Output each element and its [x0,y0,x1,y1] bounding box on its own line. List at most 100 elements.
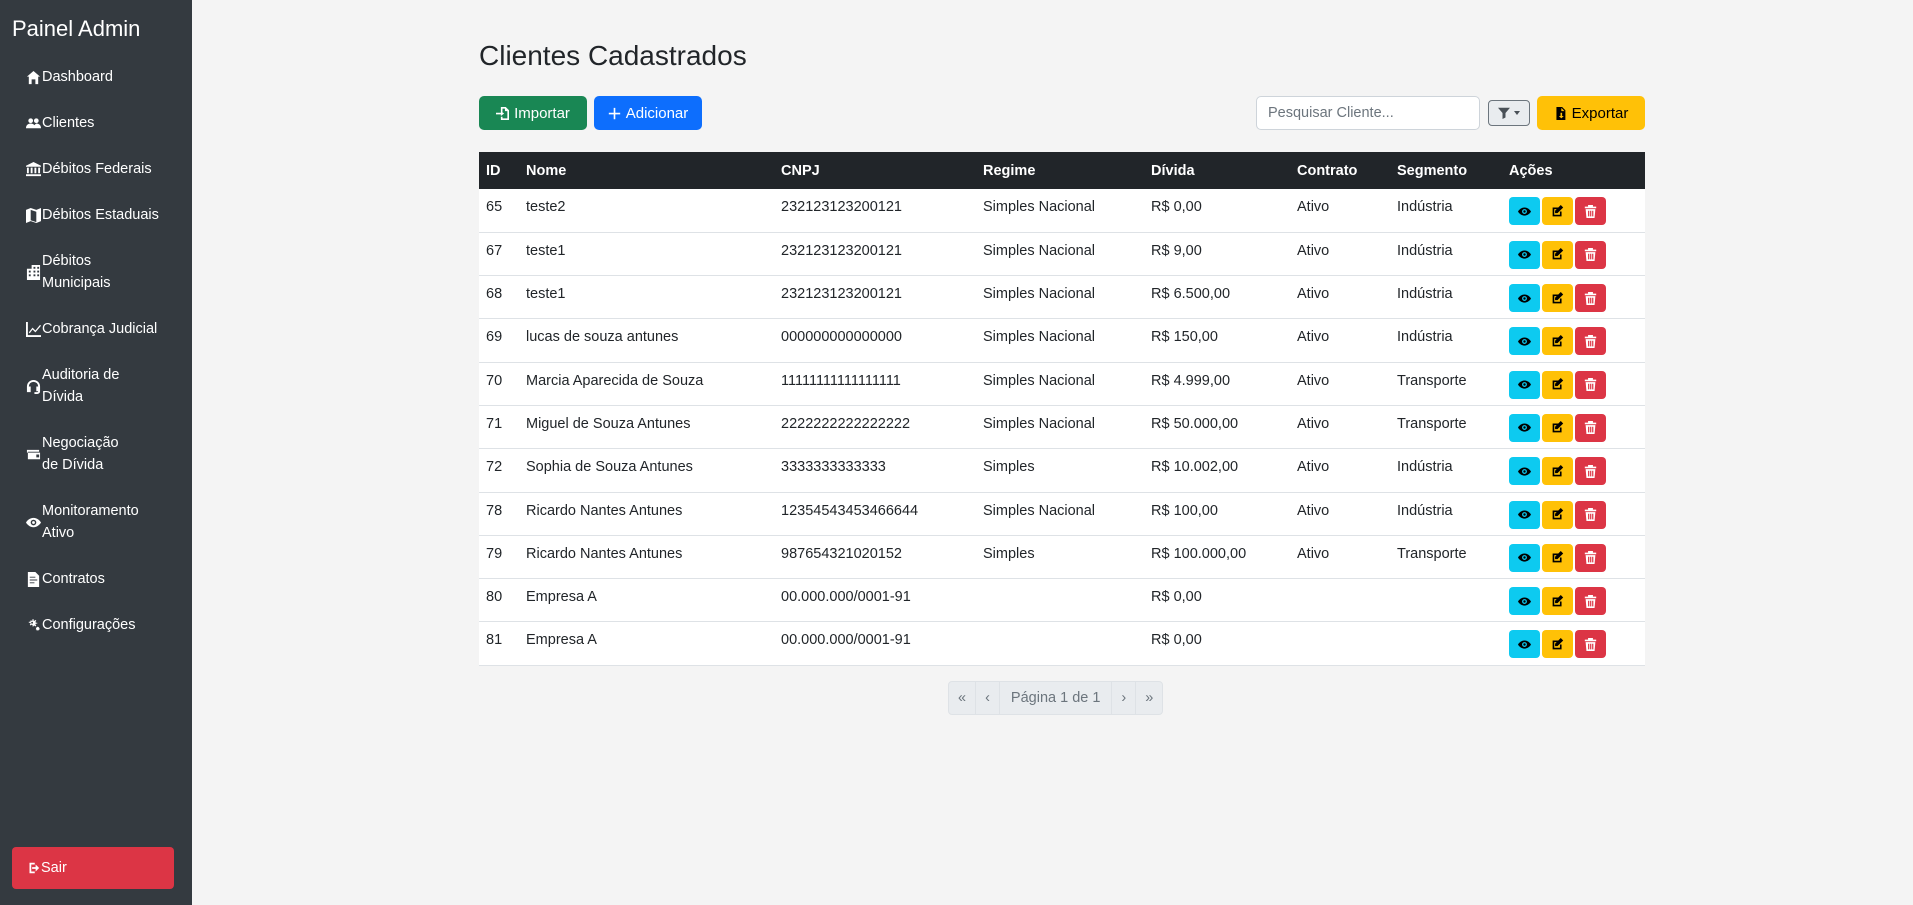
eye-icon [1518,508,1531,521]
cell-divida: R$ 4.999,00 [1144,362,1290,406]
cell-regime: Simples Nacional [976,318,1144,363]
delete-button[interactable] [1575,327,1606,356]
edit-button[interactable] [1542,240,1573,269]
sidebar-item-label: Negociação de Dívida [42,435,119,473]
cell-divida: R$ 0,00 [1144,189,1290,233]
sidebar-item-debitos-municipais[interactable]: Débitos Municipais [0,238,192,306]
edit-button[interactable] [1542,500,1573,529]
view-button[interactable] [1509,500,1540,529]
cell-id: 80 [479,578,519,623]
view-button[interactable] [1509,327,1540,356]
edit-icon [1551,551,1564,564]
table-row: 70 Marcia Aparecida de Souza 1111111111111… [479,362,1645,406]
column-header-nome: Nome [519,152,774,189]
delete-button[interactable] [1575,630,1606,659]
cell-regime: Simples Nacional [976,189,1144,233]
sidebar-item-auditoria-de-divida[interactable]: Auditoria de Dívida [0,352,192,420]
view-button[interactable] [1509,457,1540,486]
sidebar-item-clientes[interactable]: Clientes [0,100,192,146]
view-button[interactable] [1509,543,1540,572]
cell-nome: teste2 [519,189,774,233]
view-button[interactable] [1509,197,1540,225]
edit-button[interactable] [1542,457,1573,486]
pagination-last-button[interactable]: » [1136,682,1162,714]
sidebar-item-monitoramento-ativo[interactable]: Monitoramento Ativo [0,488,192,556]
view-button[interactable] [1509,413,1540,442]
sidebar-item-configuracoes[interactable]: Configurações [0,602,192,648]
edit-button[interactable] [1542,587,1573,616]
edit-button[interactable] [1542,197,1573,225]
delete-button[interactable] [1575,284,1606,313]
filter-dropdown-button[interactable] [1488,100,1530,126]
edit-button[interactable] [1542,327,1573,356]
logout-button[interactable]: Sair [12,847,174,889]
delete-button[interactable] [1575,413,1606,442]
edit-button[interactable] [1542,543,1573,572]
column-header-acoes: Ações [1502,152,1645,189]
edit-button[interactable] [1542,630,1573,659]
cell-cnpj: 000000000000000 [774,318,976,363]
cell-regime: Simples Nacional [976,362,1144,406]
edit-button[interactable] [1542,284,1573,313]
delete-button[interactable] [1575,500,1606,529]
view-button[interactable] [1509,630,1540,659]
trash-icon [1584,594,1597,608]
pagination-first-button[interactable]: « [949,682,977,714]
delete-button[interactable] [1575,457,1606,486]
cell-divida: R$ 10.002,00 [1144,448,1290,493]
cell-acoes [1502,405,1645,450]
cell-cnpj: 232123123200121 [774,275,976,320]
delete-button[interactable] [1575,543,1606,572]
cell-contrato: Ativo [1290,232,1390,277]
cell-acoes [1502,362,1645,406]
page-title: Clientes Cadastrados [479,40,747,71]
cell-segmento: Indústria [1390,448,1502,493]
view-button[interactable] [1509,240,1540,269]
view-button[interactable] [1509,284,1540,313]
view-button[interactable] [1509,370,1540,399]
edit-button[interactable] [1542,370,1573,399]
edit-icon [1551,291,1564,305]
cell-regime [976,578,1144,623]
cell-contrato: Ativo [1290,405,1390,450]
sidebar-item-dashboard[interactable]: Dashboard [0,54,192,100]
sidebar-item-debitos-federais[interactable]: Débitos Federais [0,146,192,192]
column-header-id: ID [479,152,519,189]
table-row: 79 Ricardo Nantes Antunes 987654321020152 S… [479,535,1645,580]
cell-divida: R$ 9,00 [1144,232,1290,277]
table-row: 71 Miguel de Souza Antunes 222222222222222… [479,405,1645,450]
sidebar-item-negociacao-de-divida[interactable]: Negociação de Dívida [0,420,192,488]
sidebar-item-contratos[interactable]: Contratos [0,556,192,602]
sidebar-item-cobranca-judicial[interactable]: Cobrança Judicial [0,306,192,352]
cell-cnpj: 987654321020152 [774,535,976,580]
delete-button[interactable] [1575,370,1606,399]
search-input[interactable] [1256,96,1480,130]
cell-nome: teste1 [519,232,774,277]
sidebar-item-debitos-estaduais[interactable]: Débitos Estaduais [0,192,192,238]
view-button[interactable] [1509,587,1540,616]
cell-acoes [1502,535,1645,580]
table-row: 69 lucas de souza antunes 000000000000000 S… [479,318,1645,363]
add-button[interactable]: Adicionar [594,96,702,130]
import-button[interactable]: Importar [479,96,587,130]
file-import-icon [496,106,510,120]
trash-icon [1584,334,1597,348]
pagination-prev-button[interactable]: ‹ [976,682,1000,714]
cell-cnpj: 00.000.000/0001-91 [774,578,976,623]
cell-divida: R$ 0,00 [1144,621,1290,666]
edit-button[interactable] [1542,413,1573,442]
delete-button[interactable] [1575,197,1606,225]
export-button[interactable]: Exportar [1537,96,1645,130]
sidebar-item-label: Débitos Federais [42,161,152,177]
edit-icon [1551,594,1564,608]
delete-button[interactable] [1575,240,1606,269]
clients-table: ID Nome CNPJ Regime Dívida Contrato Segmento Aç… [479,152,1645,666]
eye-icon [1518,248,1531,261]
cell-divida: R$ 100.000,00 [1144,535,1290,580]
delete-button[interactable] [1575,587,1606,616]
pagination-next-button[interactable]: › [1112,682,1137,714]
eye-icon [1518,595,1531,608]
cell-acoes [1502,492,1645,536]
cell-id: 71 [479,405,519,450]
plus-icon [608,107,620,119]
